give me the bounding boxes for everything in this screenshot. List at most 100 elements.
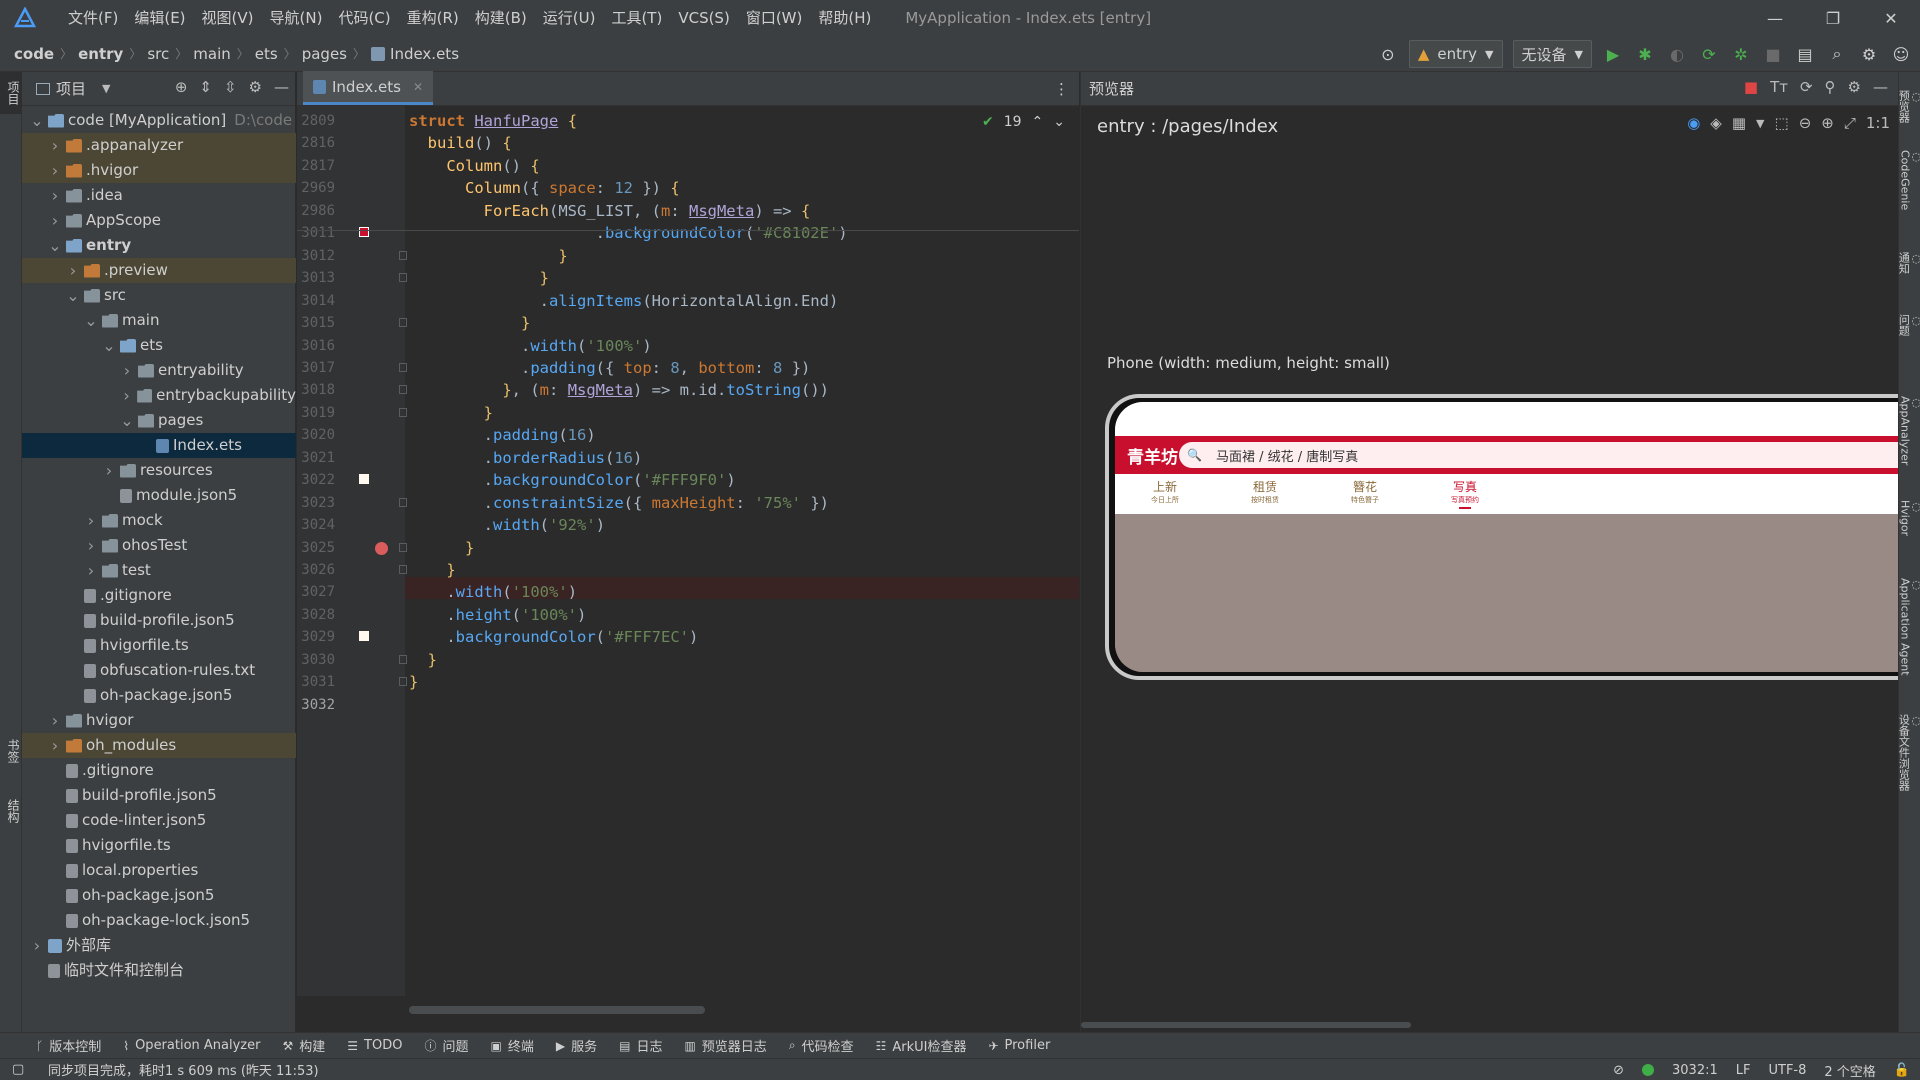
code-line[interactable]: } [409,267,549,289]
search-icon[interactable]: ⌕ [1826,43,1848,65]
tree-item[interactable]: › resources [22,458,296,483]
chevron-down-icon[interactable]: ⌄ [120,408,134,433]
menu-item[interactable]: 文件(F) [60,0,126,36]
breadcrumb-item[interactable]: entry [78,45,123,63]
close-tab-icon[interactable]: ✕ [413,80,423,94]
line-separator[interactable]: LF [1736,1063,1751,1078]
hide-panel-icon[interactable]: — [274,78,289,96]
chevron-right-icon[interactable]: › [30,933,44,958]
tree-item[interactable]: › hvigor [22,708,296,733]
bottom-tool-inspect[interactable]: ⌕ 代码检查 [789,1036,854,1055]
chevron-right-icon[interactable]: › [102,458,116,483]
pin-icon[interactable]: ⚲ [1825,78,1836,96]
zoom-out-icon[interactable]: ⊖ [1799,114,1812,132]
chevron-down-icon[interactable]: ⌄ [66,283,80,308]
code-line[interactable]: } [409,649,437,671]
menu-item[interactable]: VCS(S) [670,0,737,36]
menu-item[interactable]: 代码(C) [330,0,398,36]
minimize-button[interactable]: — [1746,0,1804,36]
code-line[interactable]: } [409,537,474,559]
tool-tab-hvigor[interactable]: ◌ Hvigor [1898,500,1920,536]
tree-item[interactable]: oh-package-lock.json5 [22,908,296,933]
tree-item[interactable]: .gitignore [22,583,296,608]
tree-item[interactable]: hvigorfile.ts [22,833,296,858]
tool-tab-device-files[interactable]: ◌ 设备文件浏览器 [1897,714,1920,791]
tree-item[interactable]: hvigorfile.ts [22,633,296,658]
code-line[interactable]: .alignItems(HorizontalAlign.End) [409,290,839,312]
app-search-box[interactable]: 🔍 马面裙 / 绒花 / 唐制写真 [1179,442,1915,468]
chevron-right-icon[interactable]: › [48,208,62,233]
tree-item[interactable]: ⌄ main [22,308,296,333]
chevron-down-icon[interactable]: ⌄ [1053,114,1065,130]
tree-item[interactable]: › oh_modules [22,733,296,758]
menu-item[interactable]: 运行(U) [535,0,604,36]
chevron-right-icon[interactable]: › [66,258,80,283]
chevron-down-icon[interactable]: ⌄ [102,333,116,358]
tool-tab-bookmarks[interactable]: 书签 [0,728,22,774]
tool-tab-structure[interactable]: 结构 [0,788,22,834]
refresh-icon[interactable]: ⟳ [1800,78,1813,96]
bottom-tool-branch[interactable]: ᚴ 版本控制 [36,1036,101,1056]
more-vertical-icon[interactable]: ⋮ [1054,80,1069,98]
tool-tab-eye[interactable]: ◌ 预览器 [1897,90,1920,123]
lock-icon[interactable]: 🔓 [1894,1063,1910,1078]
phone-screen[interactable]: 青羊坊 🔍 马面裙 / 绒花 / 唐制写真 上新 今日上所 租赁 按时租赁 簪花 特色簪子… [1115,402,1915,672]
chevron-right-icon[interactable]: › [48,158,62,183]
code-line[interactable]: build() { [409,132,512,154]
tree-item[interactable]: ⌄ pages [22,408,296,433]
chevron-right-icon[interactable]: › [84,558,98,583]
menu-item[interactable]: 导航(N) [262,0,331,36]
code-line[interactable]: .backgroundColor('#C8102E') [409,222,848,244]
actual-size-icon[interactable]: 1:1 [1866,114,1890,132]
tree-item[interactable]: ⌄ src [22,283,296,308]
previewer-horizontal-scrollbar[interactable] [1081,1022,1411,1028]
tree-item[interactable]: 临时文件和控制台 [22,958,296,983]
restore-button[interactable]: ❐ [1804,0,1862,36]
tree-item[interactable]: build-profile.json5 [22,608,296,633]
file-encoding[interactable]: UTF-8 [1769,1063,1807,1078]
locate-file-icon[interactable]: ⊕ [175,78,188,96]
tool-tab-agent[interactable]: ◌ Application Agent [1898,578,1920,676]
code-line[interactable]: Column() { [409,155,539,177]
app-tab[interactable]: 簪花 特色簪子 [1315,474,1415,514]
menu-item[interactable]: 视图(V) [194,0,262,36]
bottom-tool-chart[interactable]: ⌇ Operation Analyzer [123,1038,260,1053]
tool-tab-project[interactable]: 项目 [0,72,22,114]
code-line[interactable]: .backgroundColor('#FFF7EC') [409,626,698,648]
gear-icon[interactable]: ⚙ [249,78,262,96]
code-line[interactable]: } [409,671,418,693]
chevron-down-icon[interactable]: ▼ [1756,117,1764,130]
breadcrumb-item[interactable]: main [193,45,230,63]
font-size-icon[interactable]: Tт [1770,78,1788,96]
code-line[interactable]: } [409,402,493,424]
layers-icon[interactable]: ◈ [1710,114,1722,132]
code-line[interactable]: .width('92%') [409,514,605,536]
tree-item[interactable]: obfuscation-rules.txt [22,658,296,683]
code-line[interactable]: } [409,312,530,334]
tree-item[interactable]: › mock [22,508,296,533]
app-tab[interactable]: 上新 今日上所 [1115,474,1215,514]
tree-item[interactable]: › entryability [22,358,296,383]
code-line[interactable]: .constraintSize({ maxHeight: '75%' }) [409,492,829,514]
project-panel-title[interactable]: 项目 [56,78,86,99]
tree-item[interactable]: .gitignore [22,758,296,783]
tree-item[interactable]: ⌄ ets [22,333,296,358]
chevron-down-icon[interactable]: ⌄ [48,233,62,258]
chevron-right-icon[interactable]: › [120,383,133,408]
app-tab[interactable]: 写真 写真预约 [1415,474,1515,514]
tree-item[interactable]: › ohosTest [22,533,296,558]
code-line[interactable]: .backgroundColor('#FFF9F0') [409,469,736,491]
code-line[interactable]: }, (m: MsgMeta) => m.id.toString()) [409,379,829,401]
panel-toggle-icon[interactable]: ▢ [12,1062,24,1077]
tree-item[interactable]: › .preview [22,258,296,283]
code-line[interactable]: .borderRadius(16) [409,447,643,469]
chevron-right-icon[interactable]: › [48,183,62,208]
tree-item[interactable]: › test [22,558,296,583]
caret-position[interactable]: 3032:1 [1672,1063,1718,1078]
inspection-status[interactable]: ✔ 19 ⌃ ⌄ [982,114,1065,130]
gear-icon[interactable]: ⚙ [1848,78,1861,96]
chevron-right-icon[interactable]: › [48,133,62,158]
breadcrumb-item[interactable]: code [14,45,54,63]
target-icon[interactable]: ⊙ [1377,43,1399,65]
tree-item[interactable]: › .appanalyzer [22,133,296,158]
